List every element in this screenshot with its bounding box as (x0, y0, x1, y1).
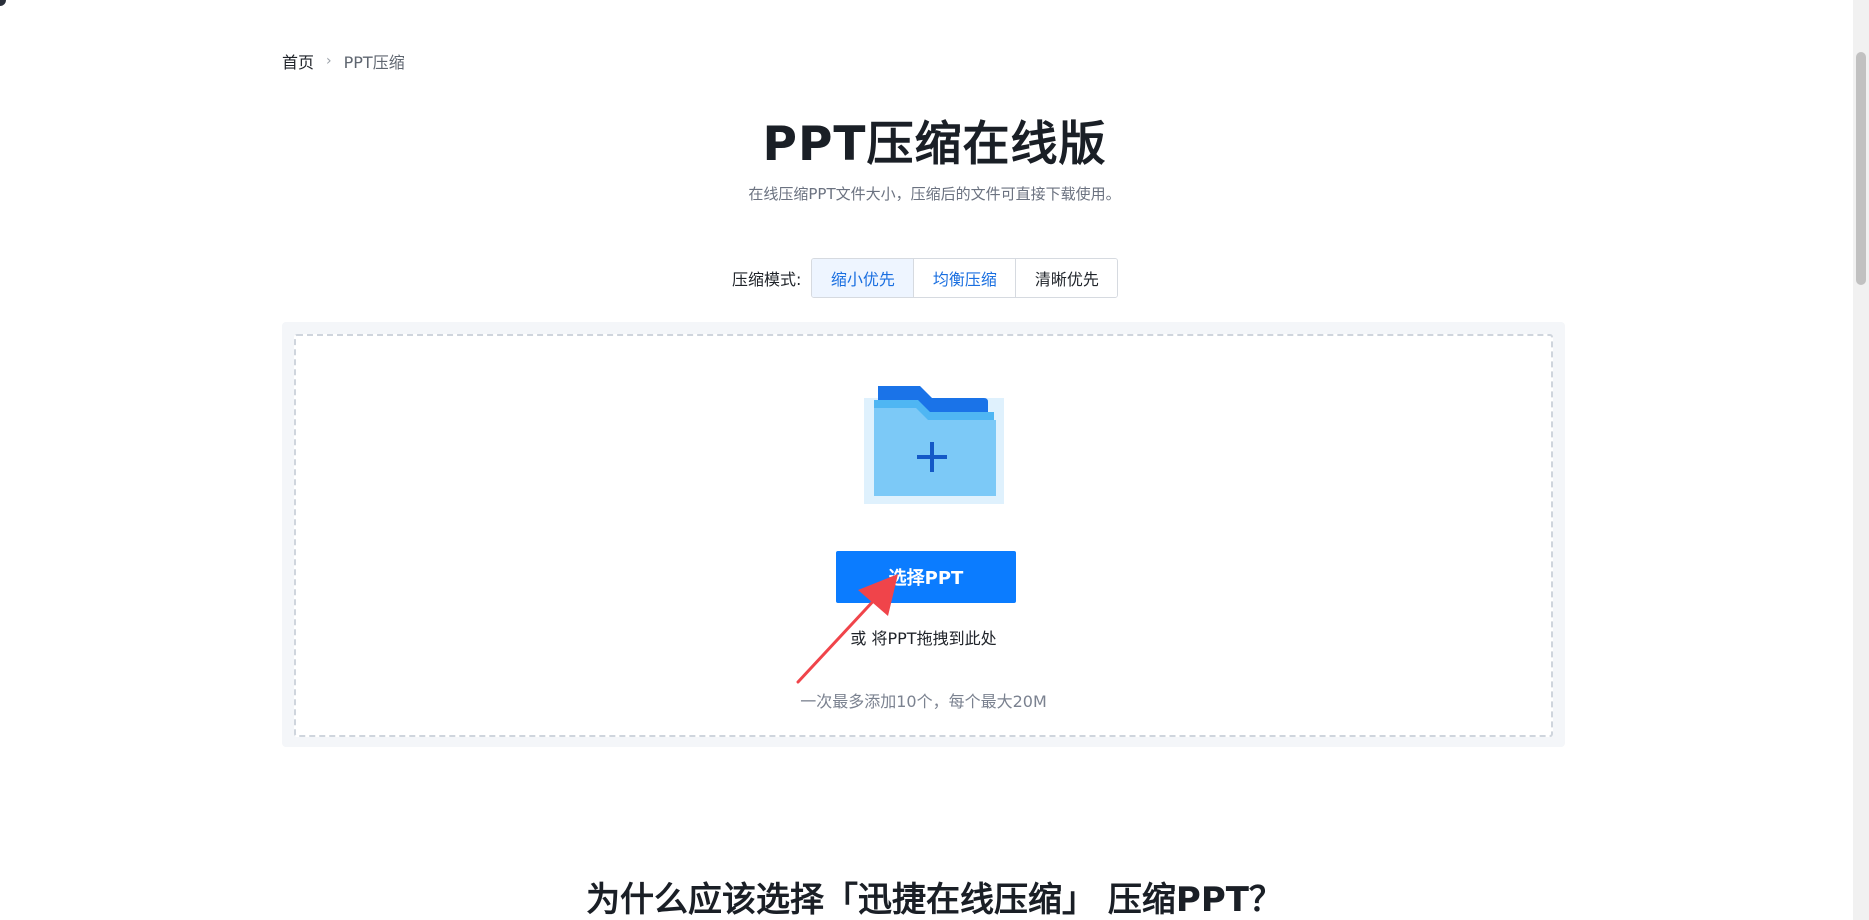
scrollbar-thumb[interactable] (1856, 52, 1866, 285)
breadcrumb-separator-icon: › (326, 53, 332, 69)
page-subtitle: 在线压缩PPT文件大小，压缩后的文件可直接下载使用。 (748, 185, 1121, 203)
drag-hint: 或 将PPT拖拽到此处 (850, 629, 997, 648)
upload-dropzone[interactable]: 选择PPT 或 将PPT拖拽到此处 一次最多添加10个，每个最大20M (294, 334, 1553, 737)
breadcrumb-home-link[interactable]: 首页 (282, 49, 314, 73)
upload-area: 选择PPT 或 将PPT拖拽到此处 一次最多添加10个，每个最大20M (282, 322, 1565, 747)
page-scrollbar[interactable] (1853, 0, 1869, 920)
upload-limit-hint: 一次最多添加10个，每个最大20M (800, 692, 1047, 711)
section-heading: 为什么应该选择「迅捷在线压缩」 压缩PPT？ (586, 880, 1283, 920)
mode-option-clarity[interactable]: 清晰优先 (1016, 259, 1118, 297)
breadcrumb: 首页 › PPT压缩 (282, 50, 405, 72)
mode-option-smallest[interactable]: 缩小优先 (812, 259, 915, 297)
folder-add-icon[interactable] (864, 384, 1004, 504)
window-corner (0, 0, 6, 6)
compress-mode-label: 压缩模式: (732, 270, 802, 289)
page: 首页 › PPT压缩 PPT压缩在线版 在线压缩PPT文件大小，压缩后的文件可直… (0, 0, 1869, 920)
compress-mode-options: 缩小优先 均衡压缩 清晰优先 (811, 258, 1119, 298)
compress-mode-selector: 压缩模式: 缩小优先 均衡压缩 清晰优先 (732, 258, 1119, 298)
page-title: PPT压缩在线版 (762, 117, 1107, 172)
mode-option-balanced[interactable]: 均衡压缩 (914, 259, 1017, 297)
breadcrumb-current: PPT压缩 (343, 53, 405, 72)
select-ppt-button[interactable]: 选择PPT (836, 551, 1016, 603)
